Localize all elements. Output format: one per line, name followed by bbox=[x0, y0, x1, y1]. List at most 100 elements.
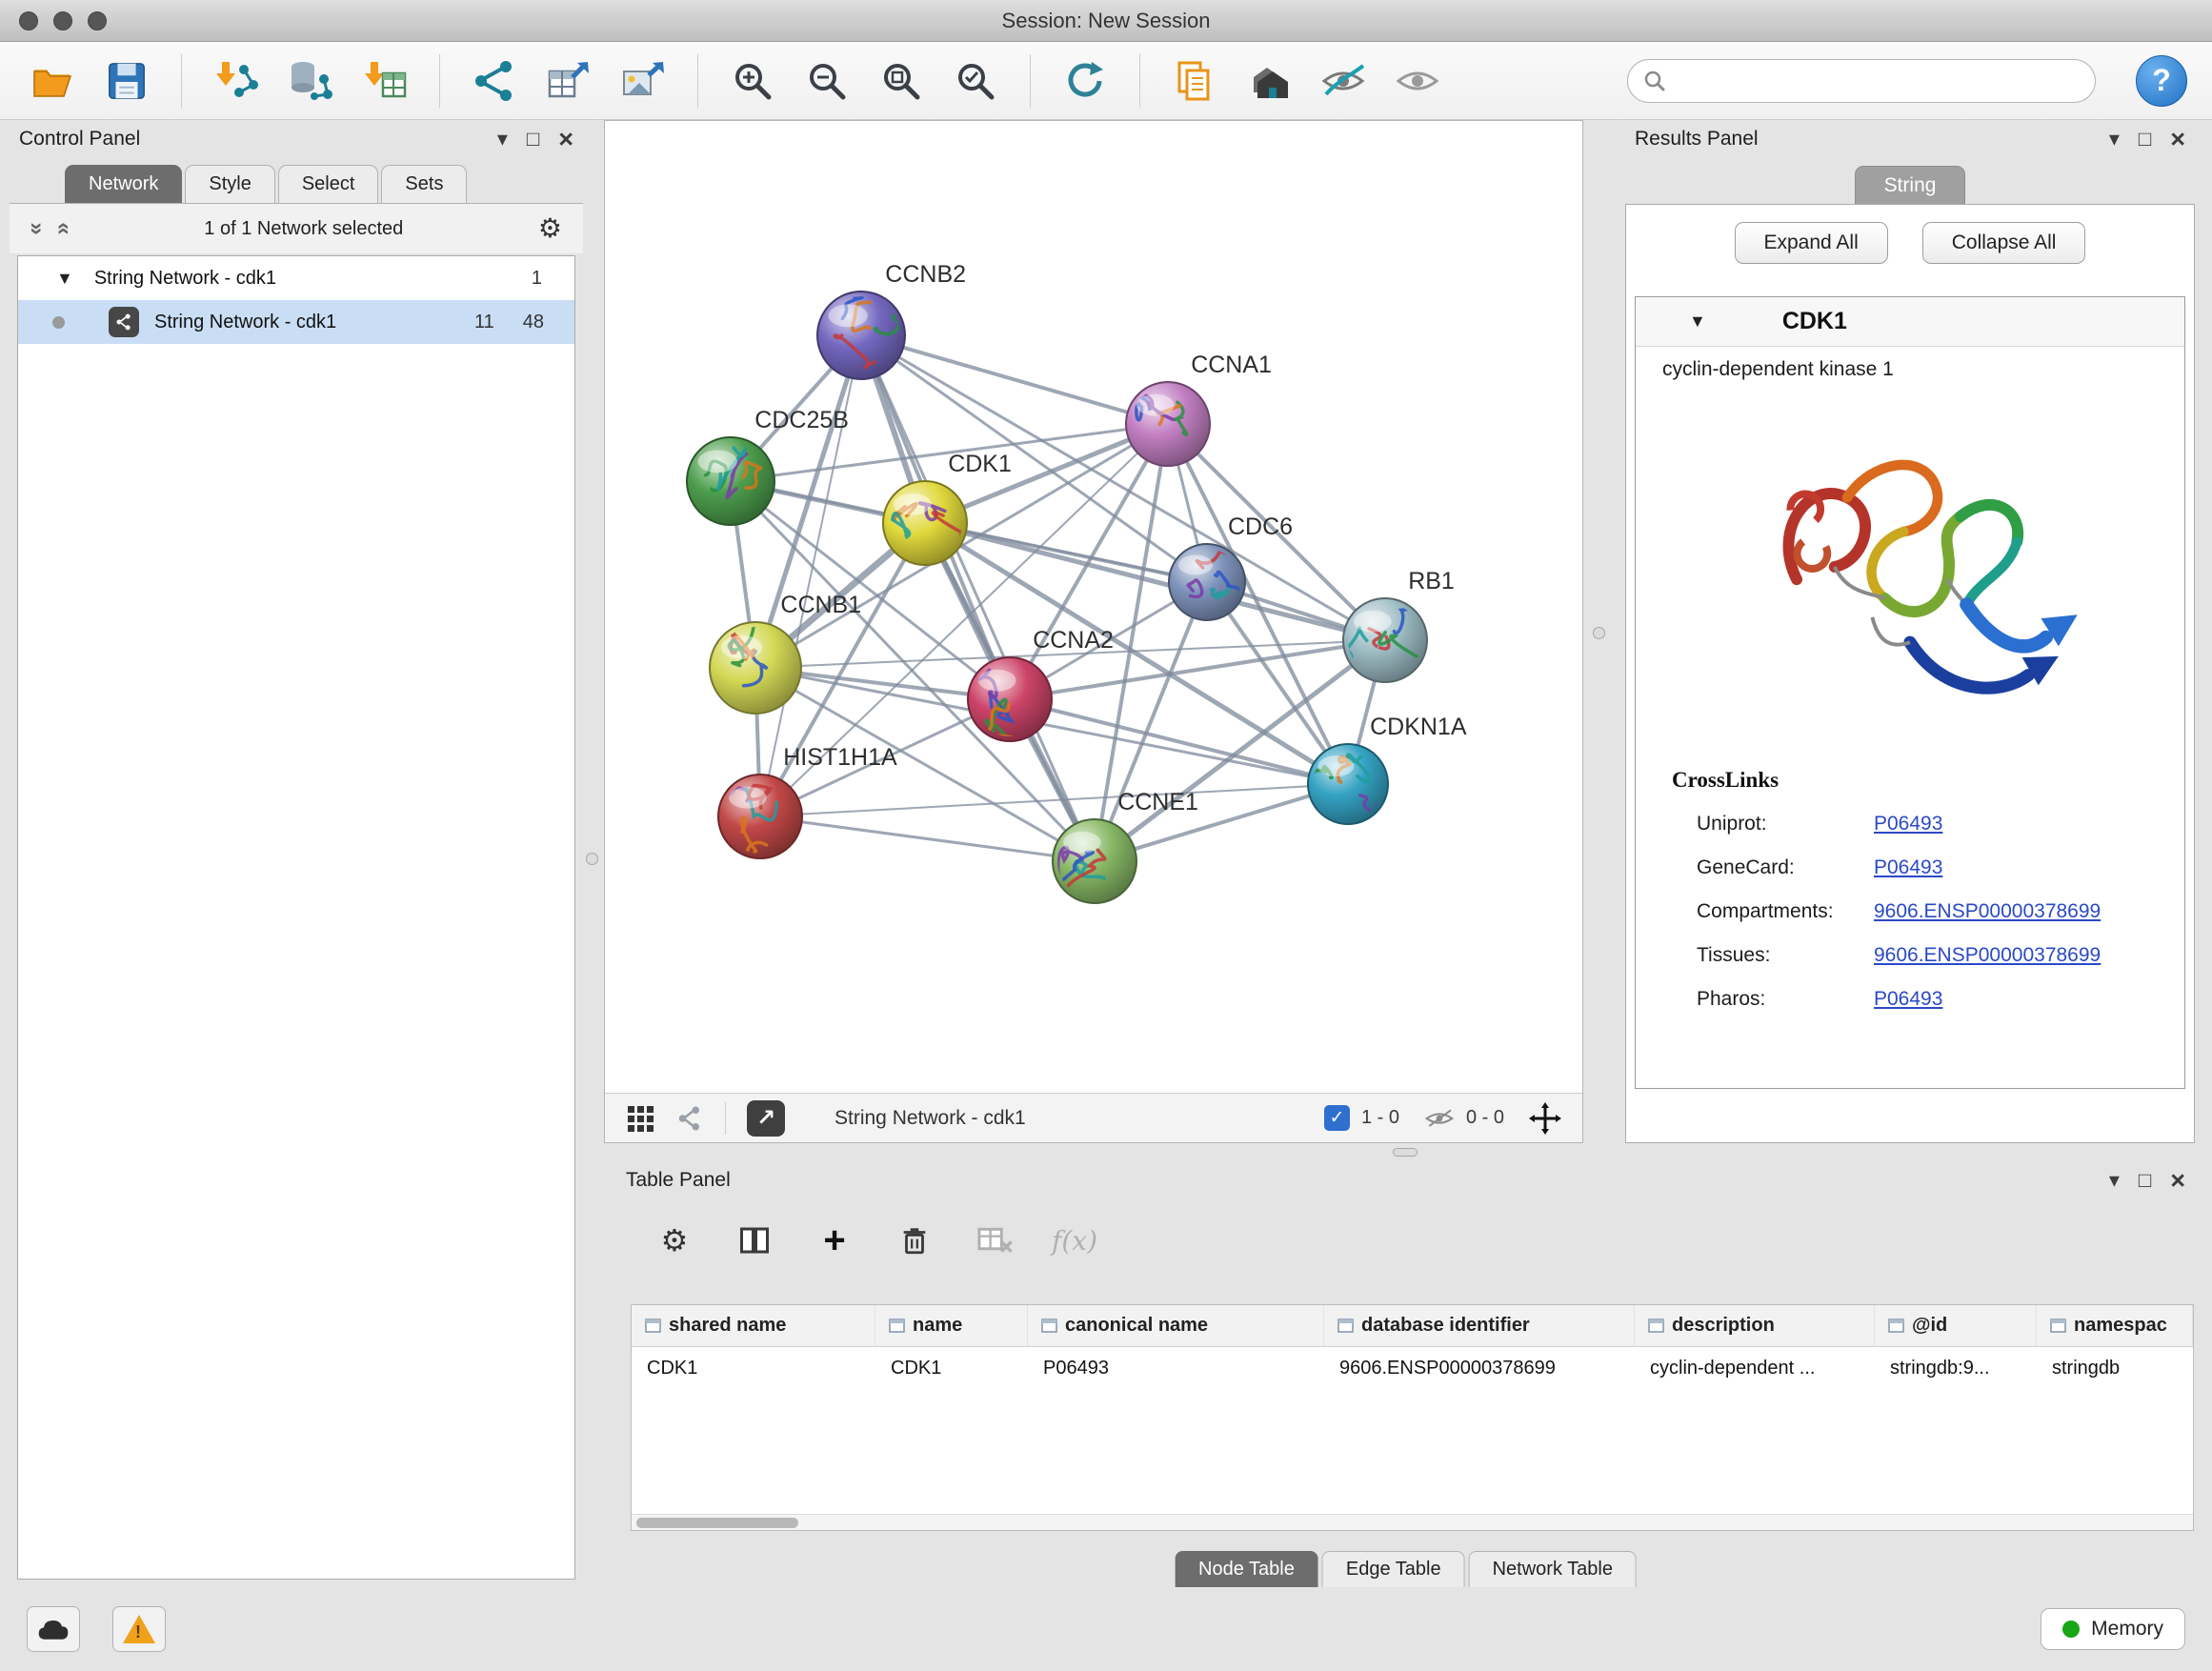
column-header-shared-name[interactable]: shared name bbox=[632, 1305, 875, 1346]
network-node-CCNE1[interactable]: CCNE1 bbox=[1053, 789, 1198, 903]
network-node-CCNA1[interactable]: CCNA1 bbox=[1126, 352, 1272, 466]
tab-node-table[interactable]: Node Table bbox=[1175, 1551, 1318, 1587]
network-node-CCNB1[interactable]: CCNB1 bbox=[710, 592, 861, 714]
scrollbar-thumb[interactable] bbox=[636, 1518, 798, 1528]
show-columns-icon[interactable] bbox=[731, 1217, 778, 1264]
close-window-button[interactable] bbox=[19, 11, 38, 30]
collection-disclosure-icon[interactable]: ▼ bbox=[56, 269, 73, 289]
cloud-status-button[interactable] bbox=[27, 1606, 80, 1652]
memory-button[interactable]: Memory bbox=[2041, 1608, 2185, 1650]
cell-name[interactable]: CDK1 bbox=[875, 1347, 1028, 1389]
network-options-gear-icon[interactable]: ⚙ bbox=[538, 215, 562, 242]
delete-column-trash-icon[interactable] bbox=[891, 1217, 938, 1264]
cell-id[interactable]: stringdb:9... bbox=[1875, 1347, 2037, 1389]
pan-crosshair-icon[interactable] bbox=[1529, 1102, 1561, 1135]
show-all-button[interactable] bbox=[1390, 52, 1445, 110]
zoom-in-button[interactable] bbox=[725, 52, 780, 110]
column-header-canonical-name[interactable]: canonical name bbox=[1028, 1305, 1324, 1346]
panel-close-icon[interactable]: × bbox=[2170, 127, 2185, 152]
protein-card-header[interactable]: ▼ CDK1 bbox=[1636, 297, 2184, 347]
panel-float-icon[interactable]: □ bbox=[2139, 1170, 2151, 1191]
panel-menu-icon[interactable]: ▾ bbox=[2109, 129, 2120, 150]
tab-string[interactable]: String bbox=[1855, 166, 1966, 204]
cell-description[interactable]: cyclin-dependent ... bbox=[1635, 1347, 1875, 1389]
panel-close-icon[interactable]: × bbox=[558, 127, 573, 152]
import-table-button[interactable] bbox=[357, 52, 412, 110]
column-header-name[interactable]: name bbox=[875, 1305, 1028, 1346]
new-network-button[interactable] bbox=[467, 52, 522, 110]
collapse-all-button[interactable]: Collapse All bbox=[1922, 222, 2086, 264]
add-column-icon[interactable]: + bbox=[811, 1217, 858, 1264]
table-row[interactable]: CDK1 CDK1 P06493 9606.ENSP00000378699 cy… bbox=[632, 1347, 2193, 1389]
selected-checkbox-icon[interactable]: ✓ bbox=[1324, 1105, 1350, 1131]
tab-network[interactable]: Network bbox=[65, 165, 182, 203]
network-node-RB1[interactable]: RB1 bbox=[1328, 568, 1455, 682]
collapse-all-networks-icon[interactable]: » bbox=[50, 222, 76, 234]
network-edge-CDK1-RB1[interactable] bbox=[925, 523, 1385, 640]
zoom-out-button[interactable] bbox=[799, 52, 855, 110]
help-button[interactable]: ? bbox=[2136, 55, 2187, 107]
network-node-CDKN1A[interactable]: CDKN1A bbox=[1306, 714, 1467, 824]
save-session-button[interactable] bbox=[99, 52, 154, 110]
panel-float-icon[interactable]: □ bbox=[527, 129, 539, 150]
cell-namespace[interactable]: stringdb bbox=[2037, 1347, 2193, 1389]
hide-selected-button[interactable] bbox=[1316, 52, 1371, 110]
copy-document-button[interactable] bbox=[1167, 52, 1222, 110]
splitter-handle[interactable] bbox=[586, 853, 598, 865]
network-edge-CCNB2-CCNE1[interactable] bbox=[861, 335, 1095, 861]
tab-select[interactable]: Select bbox=[278, 165, 379, 203]
crosslink-link[interactable]: P06493 bbox=[1874, 813, 1942, 836]
export-table-button[interactable] bbox=[541, 52, 596, 110]
tab-sets[interactable]: Sets bbox=[381, 165, 467, 203]
network-collection-row[interactable]: ▼ String Network - cdk1 1 bbox=[18, 256, 574, 300]
function-builder-icon[interactable]: f(x) bbox=[1051, 1217, 1098, 1264]
panel-float-icon[interactable]: □ bbox=[2139, 129, 2151, 150]
panel-menu-icon[interactable]: ▾ bbox=[497, 129, 508, 150]
splitter-handle[interactable] bbox=[1593, 627, 1605, 639]
refresh-view-button[interactable] bbox=[1057, 52, 1113, 110]
crosslink-link[interactable]: P06493 bbox=[1874, 988, 1942, 1011]
open-session-button[interactable] bbox=[25, 52, 80, 110]
cell-database-identifier[interactable]: 9606.ENSP00000378699 bbox=[1324, 1347, 1635, 1389]
cell-canonical-name[interactable]: P06493 bbox=[1028, 1347, 1324, 1389]
zoom-selected-button[interactable] bbox=[948, 52, 1003, 110]
expand-all-button[interactable]: Expand All bbox=[1735, 222, 1888, 264]
crosslink-link[interactable]: 9606.ENSP00000378699 bbox=[1874, 900, 2101, 923]
delete-table-icon[interactable] bbox=[971, 1217, 1018, 1264]
column-header-namespace[interactable]: namespac bbox=[2037, 1305, 2193, 1346]
column-header-description[interactable]: description bbox=[1635, 1305, 1875, 1346]
panel-menu-icon[interactable]: ▾ bbox=[2109, 1170, 2120, 1191]
import-network-from-database-button[interactable] bbox=[283, 52, 338, 110]
network-share-small-icon[interactable] bbox=[675, 1104, 704, 1133]
network-node-CCNA2[interactable]: CCNA2 bbox=[968, 627, 1114, 741]
network-node-CCNB2[interactable]: CCNB2 bbox=[817, 261, 966, 379]
network-edge-HIST1H1A-CCNE1[interactable] bbox=[760, 816, 1095, 861]
minimize-window-button[interactable] bbox=[53, 11, 72, 30]
horizontal-scrollbar[interactable] bbox=[632, 1514, 2193, 1530]
import-network-from-file-button[interactable] bbox=[209, 52, 264, 110]
network-node-CDK1[interactable]: CDK1 bbox=[883, 451, 1012, 565]
column-header-id[interactable]: @id bbox=[1875, 1305, 2037, 1346]
grid-view-icon[interactable] bbox=[626, 1104, 654, 1133]
crosslink-link[interactable]: 9606.ENSP00000378699 bbox=[1874, 944, 2101, 967]
tab-network-table[interactable]: Network Table bbox=[1469, 1551, 1637, 1587]
export-image-button[interactable] bbox=[615, 52, 671, 110]
network-node-HIST1H1A[interactable]: HIST1H1A bbox=[715, 744, 897, 858]
expand-all-networks-icon[interactable]: » bbox=[24, 222, 50, 234]
network-edge-CCNB2-CCNA1[interactable] bbox=[861, 335, 1168, 424]
cell-shared-name[interactable]: CDK1 bbox=[632, 1347, 875, 1389]
panel-close-icon[interactable]: × bbox=[2170, 1168, 2185, 1194]
crosslink-link[interactable]: P06493 bbox=[1874, 856, 1942, 879]
search-input[interactable] bbox=[1676, 70, 2080, 91]
detach-view-button[interactable]: ↗ bbox=[747, 1100, 785, 1137]
network-canvas[interactable]: CCNB2CCNA1CDC25BCDK1CDC6RB1CCNB1CCNA2CDK… bbox=[605, 121, 1582, 1093]
maximize-window-button[interactable] bbox=[88, 11, 107, 30]
ndex-home-button[interactable] bbox=[1241, 52, 1297, 110]
zoom-fit-button[interactable] bbox=[874, 52, 929, 110]
card-disclosure-icon[interactable]: ▼ bbox=[1689, 312, 1706, 332]
tab-edge-table[interactable]: Edge Table bbox=[1322, 1551, 1465, 1587]
table-settings-gear-icon[interactable]: ⚙ bbox=[651, 1217, 698, 1264]
splitter-handle[interactable] bbox=[1393, 1148, 1418, 1157]
network-row-selected[interactable]: String Network - cdk1 11 48 bbox=[18, 300, 574, 344]
column-header-database-identifier[interactable]: database identifier bbox=[1324, 1305, 1635, 1346]
